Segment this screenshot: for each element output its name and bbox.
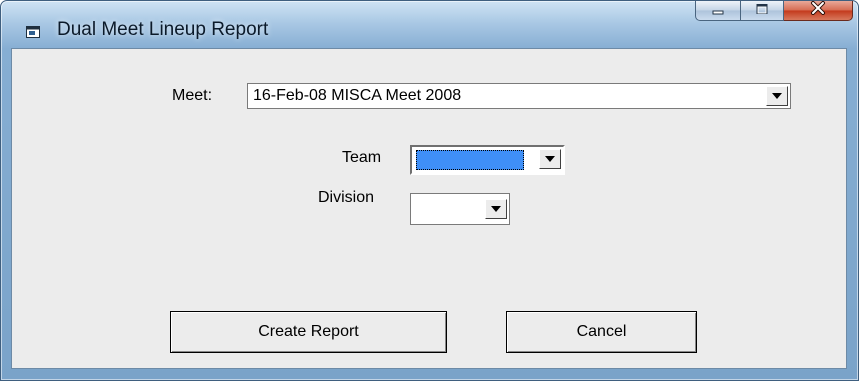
maximize-icon xyxy=(755,2,769,20)
close-button[interactable] xyxy=(784,1,853,21)
division-label: Division xyxy=(318,189,375,206)
close-icon xyxy=(810,1,826,20)
title-bar[interactable]: Dual Meet Lineup Report xyxy=(1,1,858,51)
team-label: Team xyxy=(342,149,382,166)
create-report-button[interactable]: Create Report xyxy=(170,311,447,353)
meet-dropdown-button[interactable] xyxy=(766,86,788,106)
chevron-down-icon xyxy=(545,156,555,162)
chevron-down-icon xyxy=(491,206,501,212)
division-dropdown-button[interactable] xyxy=(485,199,507,219)
meet-select[interactable]: 16-Feb-08 MISCA Meet 2008 xyxy=(247,83,791,109)
maximize-button[interactable] xyxy=(741,1,784,21)
team-select[interactable] xyxy=(410,145,565,175)
team-select-highlight xyxy=(416,150,524,170)
division-select[interactable] xyxy=(410,193,510,225)
minimize-button[interactable] xyxy=(695,1,741,21)
chevron-down-icon xyxy=(772,93,782,99)
caption-buttons xyxy=(695,1,853,23)
team-dropdown-button[interactable] xyxy=(539,149,561,169)
cancel-button[interactable]: Cancel xyxy=(506,311,697,353)
dialog-window: Dual Meet Lineup Report Meet: 16-Feb-08 xyxy=(0,0,859,381)
meet-select-value: 16-Feb-08 MISCA Meet 2008 xyxy=(253,87,462,104)
meet-label: Meet: xyxy=(172,87,213,104)
minimize-icon xyxy=(710,2,726,20)
app-icon xyxy=(26,25,40,38)
window-title: Dual Meet Lineup Report xyxy=(57,19,269,40)
dialog-body: Meet: 16-Feb-08 MISCA Meet 2008 Team Div… xyxy=(11,48,847,369)
